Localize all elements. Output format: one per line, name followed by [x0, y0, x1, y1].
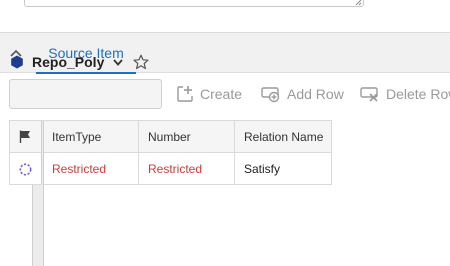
add-row-button[interactable]: Add Row — [261, 84, 344, 104]
selector-column-divider — [41, 121, 44, 184]
column-divider[interactable] — [138, 121, 139, 184]
grid-header: ItemType Number Relation Name — [10, 121, 331, 153]
delete-row-icon — [360, 87, 378, 102]
column-header-label: Number — [148, 130, 191, 144]
column-header-label: Relation Name — [244, 130, 324, 144]
create-plus-icon — [177, 86, 193, 102]
item-header: Repo_Poly — [10, 52, 149, 72]
add-row-label: Add Row — [287, 86, 344, 102]
add-row-icon — [261, 87, 280, 103]
create-label: Create — [200, 86, 243, 102]
grid-scroll-rail — [32, 185, 44, 266]
create-button[interactable]: Create — [176, 84, 242, 104]
resize-grip-icon[interactable] — [355, 0, 362, 6]
chevron-down-icon[interactable] — [112, 56, 124, 68]
item-name: Repo_Poly — [32, 54, 105, 70]
search-input[interactable] — [9, 79, 162, 109]
column-header-number[interactable]: Number — [148, 121, 191, 153]
column-divider[interactable] — [234, 121, 235, 184]
hexagon-icon — [11, 55, 23, 69]
screen: Source Item Repo_Poly Create Add Row Del… — [0, 0, 450, 266]
tab-active-indicator — [36, 72, 136, 74]
flag-icon[interactable] — [19, 130, 31, 143]
cell-itemtype[interactable]: Restricted — [52, 153, 106, 185]
cell-number[interactable]: Restricted — [148, 153, 202, 185]
dashed-circle-icon[interactable] — [19, 163, 32, 176]
column-header-relation-name[interactable]: Relation Name — [244, 121, 323, 153]
relationships-grid: ItemType Number Relation Name Restricted… — [9, 120, 332, 185]
delete-row-label: Delete Row — [386, 86, 450, 102]
column-header-label: ItemType — [52, 130, 102, 144]
description-textarea[interactable] — [24, 0, 364, 7]
cell-relation-name[interactable]: Satisfy — [244, 153, 280, 185]
star-outline-icon[interactable] — [133, 54, 149, 70]
column-header-itemtype[interactable]: ItemType — [52, 121, 101, 153]
delete-row-button[interactable]: Delete Row — [360, 84, 450, 104]
